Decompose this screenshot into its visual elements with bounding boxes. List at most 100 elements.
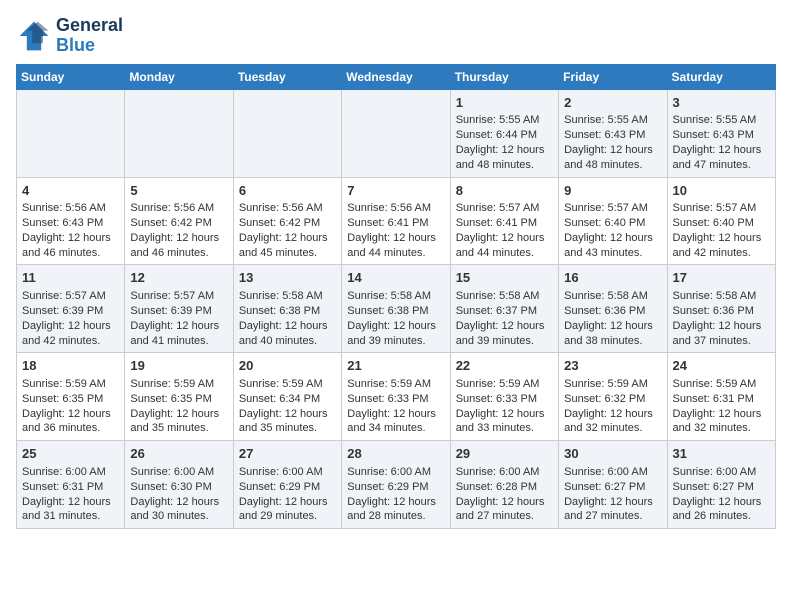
day-number: 23 <box>564 357 661 375</box>
day-info: Sunrise: 5:58 AM Sunset: 6:36 PM Dayligh… <box>673 289 770 348</box>
calendar-cell: 15Sunrise: 5:58 AM Sunset: 6:37 PM Dayli… <box>450 265 558 353</box>
day-number: 22 <box>456 357 553 375</box>
day-number: 29 <box>456 445 553 463</box>
day-info: Sunrise: 5:59 AM Sunset: 6:34 PM Dayligh… <box>239 377 336 436</box>
day-number: 19 <box>130 357 227 375</box>
day-number: 11 <box>22 269 119 287</box>
day-number: 13 <box>239 269 336 287</box>
day-number: 1 <box>456 94 553 112</box>
logo-icon <box>16 18 52 54</box>
day-info: Sunrise: 6:00 AM Sunset: 6:29 PM Dayligh… <box>347 465 444 524</box>
day-info: Sunrise: 5:58 AM Sunset: 6:38 PM Dayligh… <box>347 289 444 348</box>
day-number: 10 <box>673 182 770 200</box>
week-row-2: 4Sunrise: 5:56 AM Sunset: 6:43 PM Daylig… <box>17 177 776 265</box>
calendar-cell: 3Sunrise: 5:55 AM Sunset: 6:43 PM Daylig… <box>667 89 775 177</box>
day-info: Sunrise: 6:00 AM Sunset: 6:30 PM Dayligh… <box>130 465 227 524</box>
weekday-header-saturday: Saturday <box>667 64 775 89</box>
day-number: 14 <box>347 269 444 287</box>
calendar-cell: 16 Sunrise: 5:58 AM Sunset: 6:36 PM Dayli… <box>559 265 667 353</box>
day-info: Sunrise: 5:58 AM Sunset: 6:38 PM Dayligh… <box>239 289 336 348</box>
day-number: 3 <box>673 94 770 112</box>
calendar-cell <box>342 89 450 177</box>
calendar-cell: 11Sunrise: 5:57 AM Sunset: 6:39 PM Dayli… <box>17 265 125 353</box>
calendar-cell: 14 Sunrise: 5:58 AM Sunset: 6:38 PM Dayli… <box>342 265 450 353</box>
day-number: 30 <box>564 445 661 463</box>
day-number: 18 <box>22 357 119 375</box>
day-info: Sunrise: 5:56 AM Sunset: 6:43 PM Dayligh… <box>22 201 119 260</box>
day-number: 7 <box>347 182 444 200</box>
logo-text: General Blue <box>56 16 123 56</box>
day-number: 16 <box>564 269 661 287</box>
calendar-cell: 4Sunrise: 5:56 AM Sunset: 6:43 PM Daylig… <box>17 177 125 265</box>
day-info: Sunrise: 5:55 AM Sunset: 6:43 PM Dayligh… <box>564 113 661 172</box>
calendar-cell: 26 Sunrise: 6:00 AM Sunset: 6:30 PM Dayli… <box>125 441 233 529</box>
day-info: Sunrise: 5:55 AM Sunset: 6:43 PM Dayligh… <box>673 113 770 172</box>
calendar-cell: 9Sunrise: 5:57 AM Sunset: 6:40 PM Daylig… <box>559 177 667 265</box>
calendar-cell: 22 Sunrise: 5:59 AM Sunset: 6:33 PM Dayli… <box>450 353 558 441</box>
weekday-header-tuesday: Tuesday <box>233 64 341 89</box>
calendar-cell: 29 Sunrise: 6:00 AM Sunset: 6:28 PM Dayli… <box>450 441 558 529</box>
calendar-cell: 19 Sunrise: 5:59 AM Sunset: 6:35 PM Dayli… <box>125 353 233 441</box>
weekday-header-monday: Monday <box>125 64 233 89</box>
day-info: Sunrise: 6:00 AM Sunset: 6:28 PM Dayligh… <box>456 465 553 524</box>
day-number: 25 <box>22 445 119 463</box>
week-row-1: 1Sunrise: 5:55 AM Sunset: 6:44 PM Daylig… <box>17 89 776 177</box>
day-number: 12 <box>130 269 227 287</box>
day-number: 27 <box>239 445 336 463</box>
calendar-cell: 2Sunrise: 5:55 AM Sunset: 6:43 PM Daylig… <box>559 89 667 177</box>
calendar-cell: 18 Sunrise: 5:59 AM Sunset: 6:35 PM Dayli… <box>17 353 125 441</box>
day-number: 5 <box>130 182 227 200</box>
weekday-header-wednesday: Wednesday <box>342 64 450 89</box>
day-number: 21 <box>347 357 444 375</box>
calendar-cell: 28 Sunrise: 6:00 AM Sunset: 6:29 PM Dayli… <box>342 441 450 529</box>
day-info: Sunrise: 5:59 AM Sunset: 6:35 PM Dayligh… <box>130 377 227 436</box>
day-number: 26 <box>130 445 227 463</box>
week-row-3: 11 Sunrise: 5:57 AM Sunset: 6:39 PM Dayli… <box>17 265 776 353</box>
page-header: General Blue <box>16 16 776 56</box>
day-number: 31 <box>673 445 770 463</box>
day-info: Sunrise: 5:57 AM Sunset: 6:39 PM Dayligh… <box>130 289 227 348</box>
calendar-cell: 23 Sunrise: 5:59 AM Sunset: 6:32 PM Dayli… <box>559 353 667 441</box>
calendar-cell: 6Sunrise: 5:56 AM Sunset: 6:42 PM Daylig… <box>233 177 341 265</box>
weekday-header-sunday: Sunday <box>17 64 125 89</box>
calendar-cell: 1Sunrise: 5:55 AM Sunset: 6:44 PM Daylig… <box>450 89 558 177</box>
day-info: Sunrise: 6:00 AM Sunset: 6:29 PM Dayligh… <box>239 465 336 524</box>
calendar-cell: 20Sunrise: 5:59 AM Sunset: 6:34 PM Dayli… <box>233 353 341 441</box>
day-info: Sunrise: 5:58 AM Sunset: 6:36 PM Dayligh… <box>564 289 661 348</box>
calendar-cell: 12 Sunrise: 5:57 AM Sunset: 6:39 PM Dayli… <box>125 265 233 353</box>
calendar-cell: 24 Sunrise: 5:59 AM Sunset: 6:31 PM Dayli… <box>667 353 775 441</box>
day-info: Sunrise: 6:00 AM Sunset: 6:27 PM Dayligh… <box>564 465 661 524</box>
day-info: Sunrise: 5:58 AM Sunset: 6:37 PM Dayligh… <box>456 289 553 348</box>
calendar-cell: 21 Sunrise: 5:59 AM Sunset: 6:33 PM Dayli… <box>342 353 450 441</box>
logo: General Blue <box>16 16 123 56</box>
weekday-header-row: SundayMondayTuesdayWednesdayThursdayFrid… <box>17 64 776 89</box>
day-info: Sunrise: 6:00 AM Sunset: 6:27 PM Dayligh… <box>673 465 770 524</box>
calendar-table: SundayMondayTuesdayWednesdayThursdayFrid… <box>16 64 776 530</box>
week-row-4: 18 Sunrise: 5:59 AM Sunset: 6:35 PM Dayli… <box>17 353 776 441</box>
calendar-cell: 5Sunrise: 5:56 AM Sunset: 6:42 PM Daylig… <box>125 177 233 265</box>
weekday-header-thursday: Thursday <box>450 64 558 89</box>
day-info: Sunrise: 5:59 AM Sunset: 6:35 PM Dayligh… <box>22 377 119 436</box>
day-info: Sunrise: 5:59 AM Sunset: 6:33 PM Dayligh… <box>347 377 444 436</box>
day-info: Sunrise: 5:57 AM Sunset: 6:40 PM Dayligh… <box>673 201 770 260</box>
day-info: Sunrise: 6:00 AM Sunset: 6:31 PM Dayligh… <box>22 465 119 524</box>
day-number: 2 <box>564 94 661 112</box>
calendar-cell: 31 Sunrise: 6:00 AM Sunset: 6:27 PM Dayli… <box>667 441 775 529</box>
day-info: Sunrise: 5:59 AM Sunset: 6:31 PM Dayligh… <box>673 377 770 436</box>
day-number: 28 <box>347 445 444 463</box>
calendar-cell: 8Sunrise: 5:57 AM Sunset: 6:41 PM Daylig… <box>450 177 558 265</box>
calendar-cell: 13 Sunrise: 5:58 AM Sunset: 6:38 PM Dayli… <box>233 265 341 353</box>
day-number: 8 <box>456 182 553 200</box>
day-info: Sunrise: 5:57 AM Sunset: 6:41 PM Dayligh… <box>456 201 553 260</box>
day-info: Sunrise: 5:56 AM Sunset: 6:42 PM Dayligh… <box>239 201 336 260</box>
calendar-cell: 7Sunrise: 5:56 AM Sunset: 6:41 PM Daylig… <box>342 177 450 265</box>
day-info: Sunrise: 5:59 AM Sunset: 6:33 PM Dayligh… <box>456 377 553 436</box>
day-info: Sunrise: 5:59 AM Sunset: 6:32 PM Dayligh… <box>564 377 661 436</box>
weekday-header-friday: Friday <box>559 64 667 89</box>
calendar-cell <box>233 89 341 177</box>
calendar-cell: 17Sunrise: 5:58 AM Sunset: 6:36 PM Dayli… <box>667 265 775 353</box>
calendar-cell <box>125 89 233 177</box>
day-number: 24 <box>673 357 770 375</box>
calendar-cell <box>17 89 125 177</box>
day-info: Sunrise: 5:55 AM Sunset: 6:44 PM Dayligh… <box>456 113 553 172</box>
